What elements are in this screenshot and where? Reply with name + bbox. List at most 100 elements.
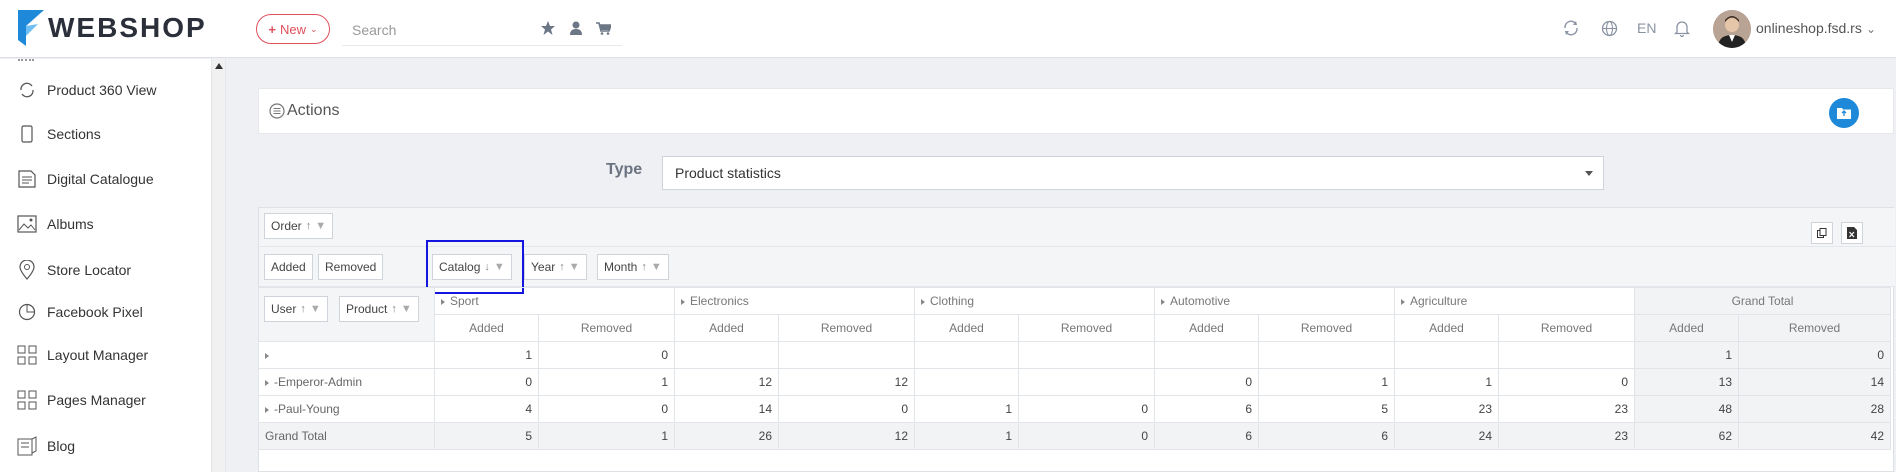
table-cell: 5 [1258, 395, 1395, 423]
sidebar-item-product-360-view[interactable]: Product 360 View [0, 72, 212, 108]
expand-icon[interactable] [265, 352, 269, 359]
sort-up-icon[interactable]: ↑ [641, 261, 647, 273]
table-cell: 23 [1498, 395, 1635, 423]
type-select[interactable]: Product statistics [662, 156, 1604, 190]
category-label: Clothing [930, 294, 975, 308]
category-label: Electronics [690, 294, 749, 308]
expand-icon[interactable] [265, 406, 269, 413]
language-selector[interactable]: EN [1637, 20, 1656, 36]
filter-icon[interactable]: ▼ [310, 303, 321, 315]
sidebar-item-layout-manager[interactable]: Layout Manager [0, 337, 212, 373]
row-header[interactable] [258, 341, 435, 369]
sub-header-row: Added Removed Added Removed Added Remove… [259, 314, 1891, 342]
sidebar-item-label: Digital Catalogue [47, 171, 154, 187]
category-label: Sport [450, 294, 479, 308]
table-cell: 14 [1738, 368, 1891, 396]
filter-icon[interactable]: ▼ [315, 220, 326, 232]
table-cell: 5 [434, 422, 539, 450]
grand-total-row: Grand Total 5 1 26 12 1 0 6 6 24 23 62 42 [258, 422, 1891, 450]
avatar[interactable] [1713, 10, 1751, 48]
sidebar-item-store-locator[interactable]: Store Locator [0, 252, 212, 288]
search-input[interactable] [342, 21, 532, 38]
table-cell: 0 [1498, 368, 1635, 396]
data-field-removed[interactable]: Removed [318, 254, 384, 280]
chevron-down-icon[interactable]: ⌄ [1866, 22, 1876, 36]
expand-icon[interactable] [1401, 298, 1405, 305]
filter-field-order[interactable]: Order ↑ ▼ [264, 213, 334, 239]
sync-icon[interactable] [1561, 18, 1581, 38]
user-name[interactable]: onlineshop.fsd.rs [1756, 20, 1862, 36]
sidebar-item-albums[interactable]: Albums [0, 206, 212, 242]
copy-icon[interactable] [1811, 222, 1833, 244]
logo-icon [18, 10, 44, 46]
row-label: -Paul-Young [274, 402, 340, 416]
cart-icon[interactable] [593, 18, 613, 38]
bell-icon[interactable] [1672, 18, 1692, 38]
table-cell: 12 [778, 368, 915, 396]
field-label: Added [271, 260, 306, 274]
sidebar-item-label: Layout Manager [47, 347, 149, 363]
export-folder-button[interactable] [1829, 98, 1859, 128]
column-field-year[interactable]: Year ↑ ▼ [524, 254, 587, 280]
table-cell: 0 [434, 368, 539, 396]
expand-icon[interactable] [265, 379, 269, 386]
category-label: Agriculture [1410, 294, 1468, 308]
row-field-user[interactable]: User ↑ ▼ [264, 296, 328, 322]
excel-export-icon[interactable] [1841, 222, 1863, 244]
sidebar-item-facebook-pixel[interactable]: Facebook Pixel [0, 294, 212, 330]
layout-icon [16, 344, 38, 366]
tablet-icon [16, 123, 38, 145]
expand-icon[interactable] [441, 298, 445, 305]
column-field-month[interactable]: Month ↑ ▼ [597, 254, 669, 280]
table-cell: 6 [1154, 395, 1259, 423]
table-cell: 0 [538, 341, 675, 369]
sort-up-icon[interactable]: ↑ [300, 303, 306, 315]
sidebar-scrollbar[interactable] [212, 59, 226, 472]
row-header[interactable]: -Emperor-Admin [258, 368, 435, 396]
sidebar-item-label: Facebook Pixel [47, 304, 143, 320]
sidebar-item-sections[interactable]: Sections [0, 116, 212, 152]
expand-icon[interactable] [681, 298, 685, 305]
column-header-clothing[interactable]: Clothing [914, 287, 1155, 315]
folder-icon [1837, 108, 1851, 119]
expand-icon[interactable] [921, 298, 925, 305]
filter-icon[interactable]: ▼ [401, 303, 412, 315]
column-header-agriculture[interactable]: Agriculture [1394, 287, 1635, 315]
table-cell [778, 341, 915, 369]
sub-header: Added [1394, 314, 1499, 342]
new-button[interactable]: + New ⌄ [256, 14, 330, 44]
star-icon[interactable] [538, 18, 558, 38]
sort-up-icon[interactable]: ↑ [391, 303, 397, 315]
row-header[interactable]: -Paul-Young [258, 395, 435, 423]
sort-up-icon[interactable]: ↑ [306, 220, 312, 232]
table-cell [1394, 341, 1499, 369]
sidebar-item-blog[interactable]: Blog [0, 428, 212, 464]
chevron-down-icon: ⌄ [310, 23, 318, 34]
table-row: -Emperor-Admin 0 1 12 12 0 1 1 0 13 14 [258, 368, 1891, 396]
column-header-sport[interactable]: Sport [434, 287, 675, 315]
scroll-up-arrow-icon[interactable] [215, 63, 223, 69]
sub-header: Added [1634, 314, 1739, 342]
table-cell [1154, 341, 1259, 369]
filter-icon[interactable]: ▼ [569, 261, 580, 273]
logo[interactable]: WEBSHOP [18, 10, 207, 46]
logo-text: WEBSHOP [48, 12, 207, 43]
menu-circle-icon[interactable] [269, 103, 285, 122]
column-header-electronics[interactable]: Electronics [674, 287, 915, 315]
user-icon[interactable] [566, 18, 586, 38]
sidebar-item-pages-manager[interactable]: Pages Manager [0, 382, 212, 418]
sort-up-icon[interactable]: ↑ [559, 261, 565, 273]
filter-icon[interactable]: ▼ [651, 261, 662, 273]
table-cell: 12 [674, 368, 779, 396]
data-field-added[interactable]: Added [264, 254, 313, 280]
sidebar-item-digital-catalogue[interactable]: Digital Catalogue [0, 161, 212, 197]
table-cell: 26 [674, 422, 779, 450]
column-header-automotive[interactable]: Automotive [1154, 287, 1395, 315]
sub-header: Removed [778, 314, 915, 342]
field-label: User [271, 302, 297, 316]
expand-icon[interactable] [1161, 298, 1165, 305]
catalogue-icon [16, 168, 38, 190]
globe-icon[interactable] [1599, 18, 1619, 38]
row-field-product[interactable]: Product ↑ ▼ [339, 296, 419, 322]
table-cell: 0 [778, 395, 915, 423]
